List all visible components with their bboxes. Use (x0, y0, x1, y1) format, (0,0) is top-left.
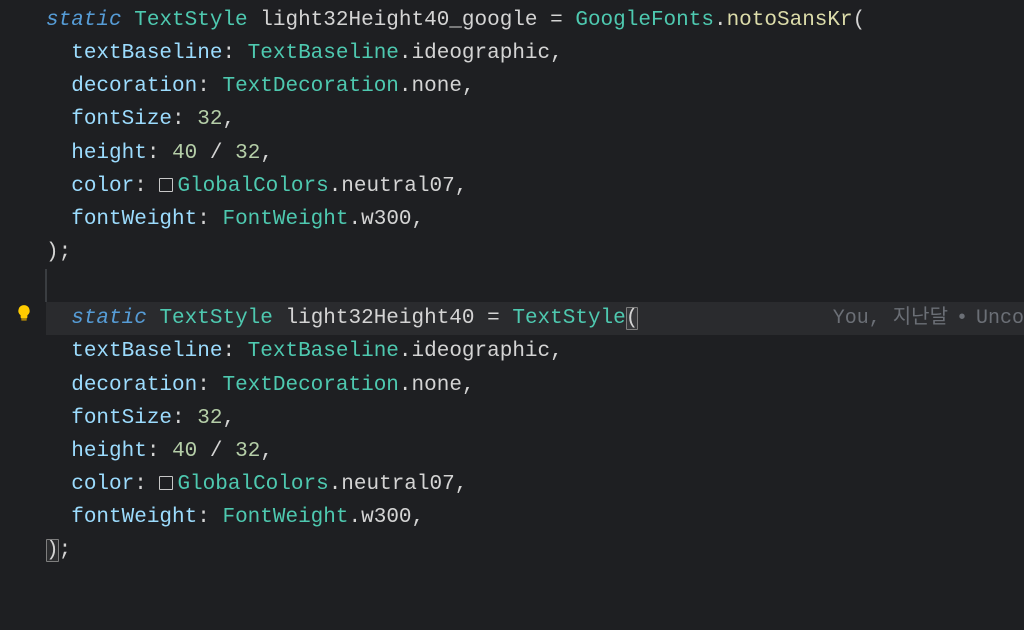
bracket-open: ( (626, 307, 639, 330)
git-blame-annotation: You, 지난달•Unco (833, 302, 1024, 335)
code-line[interactable]: fontWeight: FontWeight.w300, (46, 501, 1024, 534)
arg-height: height (71, 440, 147, 463)
code-line[interactable]: ); (46, 534, 1024, 567)
method-notosanskr: notoSansKr (727, 9, 853, 32)
editor-gutter (0, 0, 46, 630)
code-line-empty[interactable] (46, 269, 1024, 302)
keyword-static: static (46, 9, 122, 32)
color-swatch-icon (159, 178, 173, 192)
arg-fontsize: fontSize (71, 108, 172, 131)
arg-fontweight: fontWeight (71, 506, 197, 529)
code-line[interactable]: decoration: TextDecoration.none, (46, 369, 1024, 402)
class-textstyle: TextStyle (512, 307, 625, 330)
code-line[interactable]: textBaseline: TextBaseline.ideographic, (46, 335, 1024, 368)
arg-fontweight: fontWeight (71, 208, 197, 231)
arg-fontsize: fontSize (71, 407, 172, 430)
code-line[interactable]: fontWeight: FontWeight.w300, (46, 203, 1024, 236)
code-line[interactable]: color: GlobalColors.neutral07, (46, 170, 1024, 203)
code-line-current[interactable]: static TextStyle light32Height40 = TextS… (46, 302, 1024, 335)
code-line[interactable]: height: 40 / 32, (46, 435, 1024, 468)
code-line[interactable]: ); (46, 236, 1024, 269)
arg-textbaseline: textBaseline (71, 340, 222, 363)
code-line[interactable]: static TextStyle light32Height40_google … (46, 4, 1024, 37)
type-textstyle: TextStyle (159, 307, 272, 330)
code-editor[interactable]: static TextStyle light32Height40_google … (46, 4, 1024, 567)
lightbulb-icon[interactable] (14, 303, 34, 323)
code-line[interactable]: height: 40 / 32, (46, 137, 1024, 170)
arg-decoration: decoration (71, 75, 197, 98)
code-line[interactable]: color: GlobalColors.neutral07, (46, 468, 1024, 501)
arg-height: height (71, 142, 147, 165)
arg-textbaseline: textBaseline (71, 42, 222, 65)
code-line[interactable]: fontSize: 32, (46, 103, 1024, 136)
type-textstyle: TextStyle (134, 9, 247, 32)
keyword-static: static (71, 307, 147, 330)
code-line[interactable]: decoration: TextDecoration.none, (46, 70, 1024, 103)
variable-name: light32Height40_google (260, 9, 537, 32)
color-swatch-icon (159, 476, 173, 490)
arg-color: color (71, 473, 134, 496)
class-googlefonts: GoogleFonts (575, 9, 714, 32)
bracket-close: ) (46, 539, 59, 562)
code-line[interactable]: textBaseline: TextBaseline.ideographic, (46, 37, 1024, 70)
arg-color: color (71, 175, 134, 198)
arg-decoration: decoration (71, 374, 197, 397)
code-line[interactable]: fontSize: 32, (46, 402, 1024, 435)
variable-name: light32Height40 (285, 307, 474, 330)
